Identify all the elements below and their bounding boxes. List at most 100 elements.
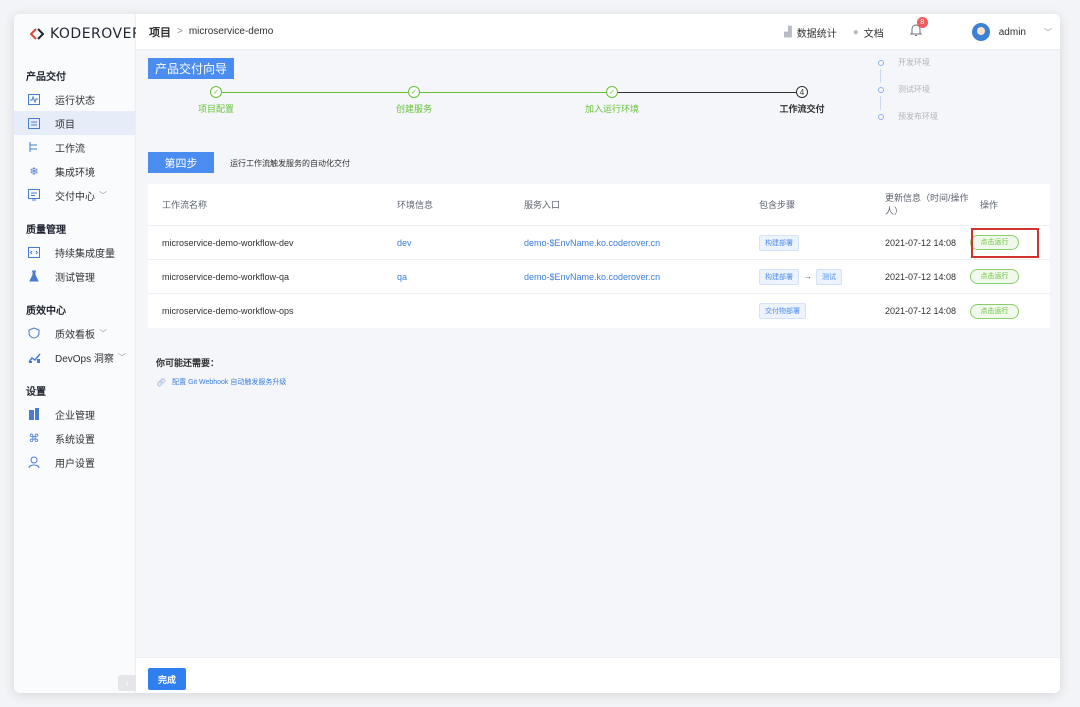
link-icon: 🔗︎ — [156, 377, 167, 387]
step-current-number: 4 — [796, 86, 808, 98]
bar-chart-icon: ▟ — [784, 26, 792, 38]
workflow-name[interactable]: microservice-demo-workflow-qa — [162, 272, 289, 282]
step-done-icon: ✓ — [606, 86, 618, 98]
user-name[interactable]: admin — [999, 27, 1026, 38]
highlight-box — [971, 228, 1039, 258]
nav-group-settings: 设置 企业管理 ⌘ 系统设置 用户设置 — [14, 369, 135, 474]
step-tag: 构建部署 — [759, 268, 799, 285]
env-item: 开发环境 — [878, 56, 998, 69]
shield-icon — [27, 326, 41, 340]
step-label: 创建服务 — [395, 104, 433, 114]
breadcrumb-root[interactable]: 项目 — [149, 24, 171, 40]
table-row: microservice-demo-workflow-dev dev demo-… — [148, 226, 1050, 260]
updated-time: 2021-07-12 14:08 — [885, 237, 957, 248]
docs-link[interactable]: ● 文档 — [853, 25, 884, 40]
service-entry-link[interactable]: demo-$EnvName.ko.coderover.cn — [524, 238, 660, 248]
wizard-steps: ✓ 项目配置 ✓ 创建服务 ✓ 加入运行环境 4 工作流交付 — [180, 86, 825, 118]
tips-title: 你可能还需要： — [156, 358, 220, 368]
service-entry-link[interactable]: demo-$EnvName.ko.coderover.cn — [524, 272, 660, 282]
run-cell: 点击运行 — [970, 269, 1019, 284]
sidebar-item-label: 持续集成度量 — [55, 248, 115, 260]
workflow-name[interactable]: microservice-demo-workflow-dev — [162, 238, 294, 248]
help-circle-icon: ● — [852, 26, 859, 38]
chevron-left-icon: ‹ — [125, 677, 129, 689]
env-progress: 开发环境 测试环境 预发布环境 — [878, 56, 998, 123]
notification-badge: 8 — [916, 17, 928, 28]
sidebar-item-label: 企业管理 — [55, 410, 95, 422]
sidebar-item-devops-insight[interactable]: DevOps 洞察 ﹀ — [14, 345, 135, 369]
pulse-icon — [27, 92, 41, 106]
run-cell: 点击运行 — [970, 303, 1019, 319]
env-link[interactable]: dev — [397, 238, 412, 248]
step-done-icon: ✓ — [210, 86, 222, 98]
env-link[interactable]: qa — [397, 272, 407, 282]
chevron-down-icon: ﹀ — [99, 190, 107, 200]
env-item: 测试环境 — [878, 83, 998, 96]
step-tag: 交付物部署 — [759, 303, 806, 319]
sidebar-item-enterprise[interactable]: 企业管理 — [14, 402, 135, 426]
avatar[interactable] — [971, 23, 990, 41]
env-dot-icon — [878, 113, 884, 120]
steps-cell: 构建部署 → 测试 — [759, 268, 842, 285]
notification-bell[interactable]: 8 — [909, 17, 928, 40]
sidebar-item-ci-metrics[interactable]: 持续集成度量 — [14, 240, 135, 264]
arrow-right-icon: → — [803, 270, 812, 281]
sidebar-item-label: 测试管理 — [55, 272, 95, 284]
main-content: 产品交付向导 ✓ 项目配置 ✓ 创建服务 ✓ 加入运行环境 4 工作流交付 开发… — [136, 50, 1060, 657]
column-header: 更新信息（时间/操作人） — [885, 192, 969, 216]
column-header: 操作 — [980, 200, 999, 210]
sidebar-item-system-settings[interactable]: ⌘ 系统设置 — [14, 426, 135, 450]
top-header: 项目 > microservice-demo ▟ 数据统计 ● 文档 8 adm… — [136, 14, 1060, 50]
code-icon — [27, 245, 41, 259]
workflow-name[interactable]: microservice-demo-workflow-ops — [162, 306, 294, 316]
run-button[interactable]: 点击运行 — [970, 303, 1019, 319]
column-header: 服务入口 — [524, 200, 561, 210]
step-done-icon: ✓ — [408, 86, 420, 98]
sidebar-item-label: 系统设置 — [55, 434, 95, 446]
done-button[interactable]: 完成 — [148, 668, 186, 690]
sidebar-item-dashboard[interactable]: 质效看板 ﹀ — [14, 321, 135, 345]
building-icon — [27, 407, 41, 421]
command-icon: ⌘ — [28, 432, 40, 445]
env-dot-icon — [878, 59, 884, 66]
sidebar-collapse-button[interactable]: ‹ — [118, 675, 136, 691]
breadcrumb: 项目 > microservice-demo — [136, 24, 273, 40]
sidebar-item-environment[interactable]: ❄ 集成环境 — [14, 159, 135, 183]
step-tag: 构建部署 — [759, 234, 799, 251]
nav-group-delivery: 产品交付 运行状态 项目 工作流 ❄ 集成环境 交付中心 ﹀ — [14, 54, 135, 207]
current-step-description: 运行工作流触发服务的自动化交付 — [230, 159, 350, 168]
workflow-table: 工作流名称 环境信息 服务入口 包含步骤 更新信息（时间/操作人） 操作 mic… — [148, 184, 1050, 328]
run-button[interactable]: 点击运行 — [970, 269, 1019, 284]
logo-text: KODEROVER — [50, 26, 143, 42]
sidebar-item-label: 集成环境 — [55, 167, 95, 179]
sidebar-item-label: 项目 — [55, 119, 75, 131]
snowflake-icon: ❄ — [29, 165, 39, 178]
sidebar-item-workflow[interactable]: 工作流 — [14, 135, 135, 159]
stats-label: 数据统计 — [796, 28, 837, 40]
wizard-title: 产品交付向导 — [148, 58, 235, 79]
docs-label: 文档 — [863, 28, 884, 40]
koderover-logo-icon — [29, 27, 45, 41]
env-label: 测试环境 — [898, 85, 930, 94]
sidebar-item-status[interactable]: 运行状态 — [14, 87, 135, 111]
nav-group-title: 质效中心 — [26, 306, 66, 317]
sidebar-item-label: 质效看板 — [55, 329, 95, 341]
app-window: KODEROVER 产品交付 运行状态 项目 工作流 ❄ 集成环境 交付中心 ﹀… — [14, 14, 1060, 693]
sidebar-item-test-management[interactable]: 测试管理 — [14, 264, 135, 288]
footer-bar: 完成 — [136, 657, 1060, 693]
nav-group-quality: 质量管理 持续集成度量 测试管理 — [14, 207, 135, 288]
chevron-down-icon[interactable]: ﹀ — [1044, 27, 1052, 38]
sidebar-item-project[interactable]: 项目 — [14, 111, 135, 135]
updated-time: 2021-07-12 14:08 — [885, 271, 957, 282]
sidebar-item-user-settings[interactable]: 用户设置 — [14, 450, 135, 474]
stats-link[interactable]: ▟ 数据统计 — [784, 25, 837, 40]
nav-group-title: 产品交付 — [26, 72, 66, 83]
sidebar-item-delivery-center[interactable]: 交付中心 ﹀ — [14, 183, 135, 207]
env-label: 预发布环境 — [898, 112, 938, 121]
sidebar-item-label: 交付中心 — [55, 191, 95, 203]
user-icon — [27, 455, 41, 469]
logo[interactable]: KODEROVER — [14, 14, 142, 54]
env-connector — [880, 69, 881, 83]
nav-group-title: 设置 — [26, 387, 46, 398]
webhook-link[interactable]: 🔗︎ 配置 Git Webhook 自动触发服务升级 — [156, 377, 286, 387]
